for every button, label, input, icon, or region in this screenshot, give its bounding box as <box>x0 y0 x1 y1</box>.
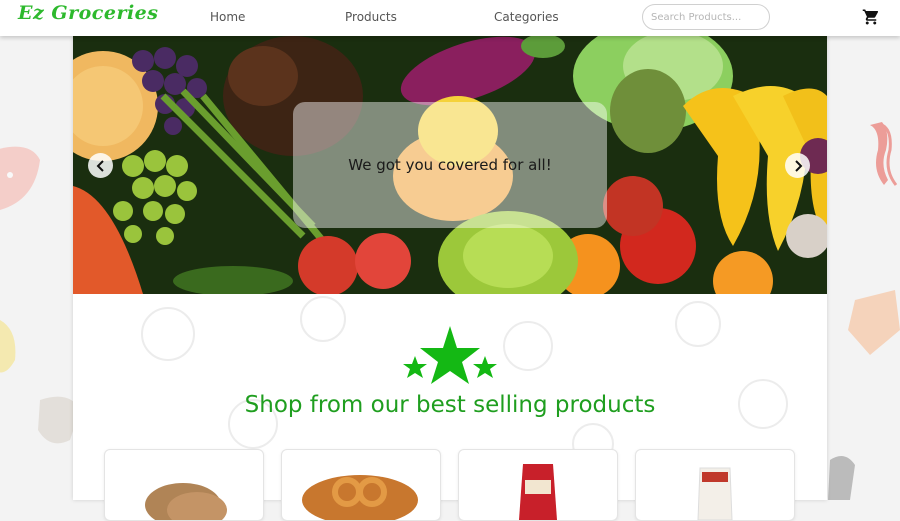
pretzels-image <box>302 475 418 520</box>
bread-loaf-image <box>697 467 733 520</box>
hero-carousel: We got you covered for all! <box>73 36 827 294</box>
three-stars-icon <box>403 326 497 384</box>
shopping-cart-icon[interactable] <box>862 8 880 26</box>
chevron-left-icon <box>96 159 104 172</box>
best-sellers-heading: Shop from our best selling products <box>244 392 656 418</box>
potatoes-image <box>145 483 227 520</box>
product-card[interactable] <box>104 449 264 521</box>
product-card[interactable] <box>635 449 795 521</box>
main-content: We got you covered for all! Shop from ou… <box>73 36 827 521</box>
carousel-next-button[interactable] <box>785 153 810 178</box>
snack-bag-image <box>519 464 557 520</box>
product-card[interactable] <box>458 449 618 521</box>
nav-home[interactable]: Home <box>210 10 245 24</box>
carousel-caption: We got you covered for all! <box>293 102 607 228</box>
top-navbar: Ez Groceries Home Products Categories <box>0 0 900 36</box>
nav-categories[interactable]: Categories <box>494 10 559 24</box>
carousel-prev-button[interactable] <box>88 153 113 178</box>
brand-logo[interactable]: Ez Groceries <box>18 2 158 24</box>
chevron-right-icon <box>794 159 802 172</box>
product-card[interactable] <box>281 449 441 521</box>
search-input[interactable] <box>642 4 770 30</box>
nav-products[interactable]: Products <box>345 10 397 24</box>
